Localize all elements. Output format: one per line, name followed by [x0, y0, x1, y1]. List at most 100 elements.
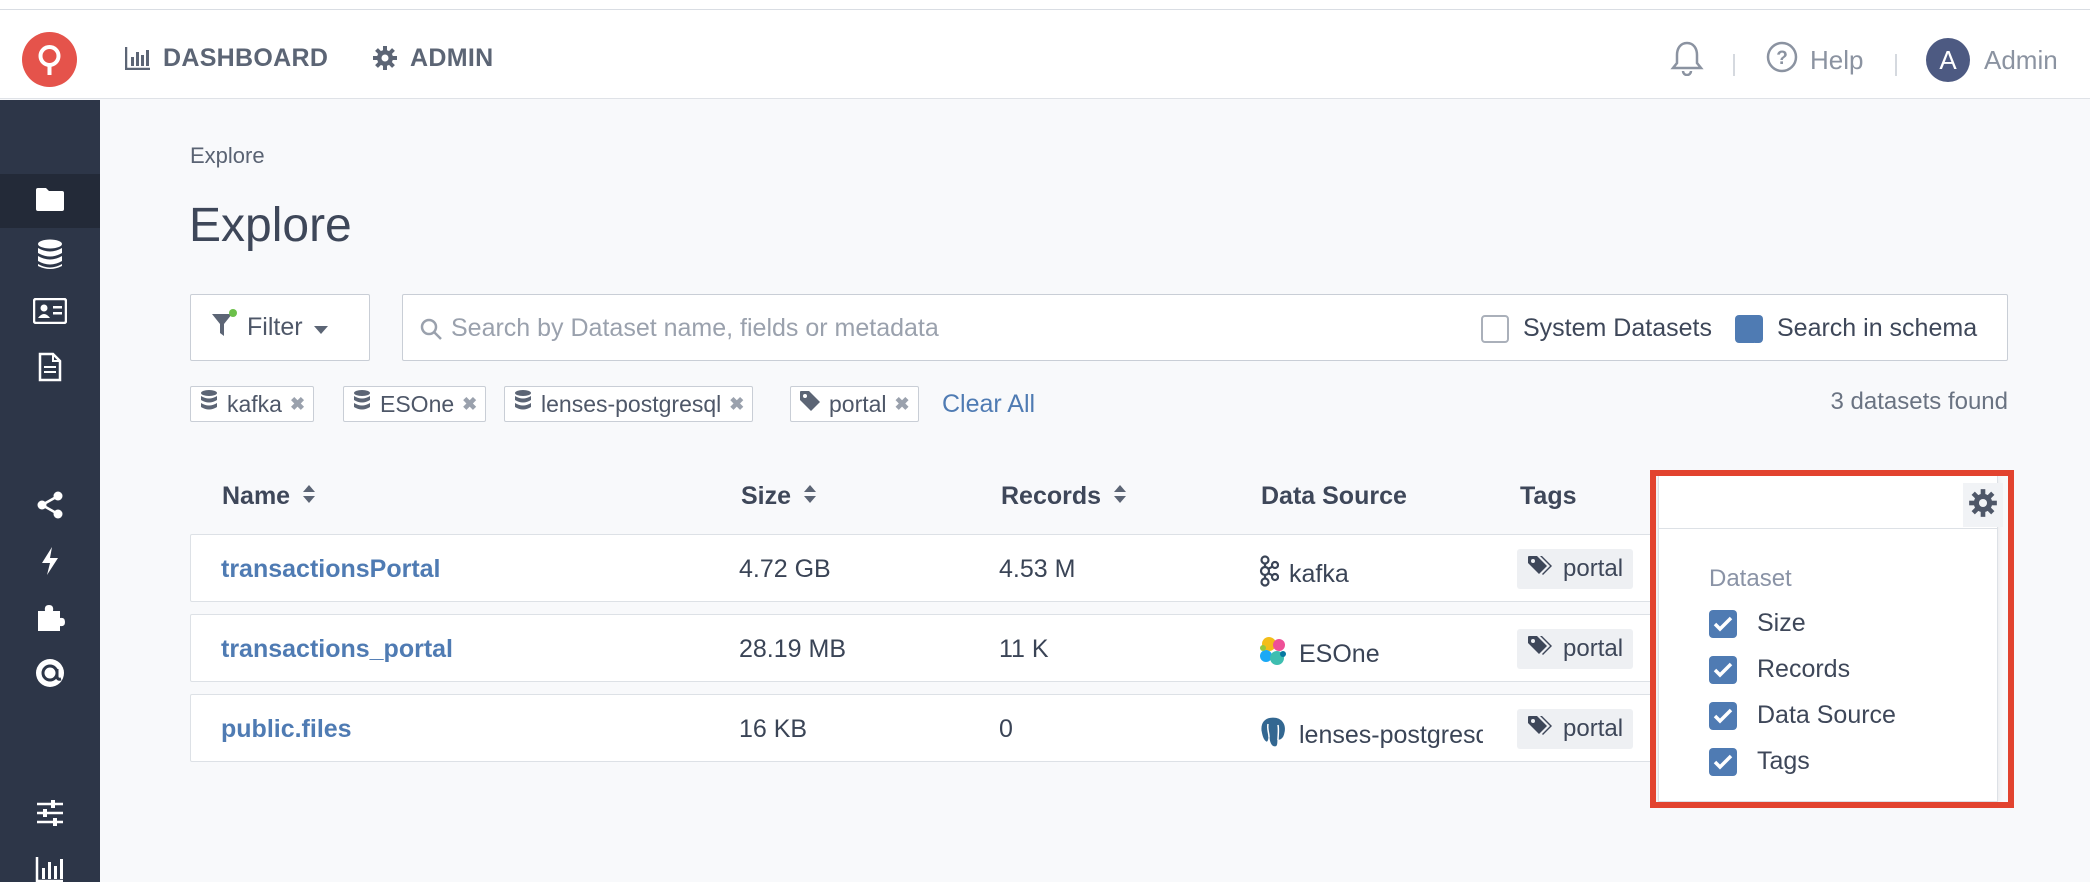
database-icon — [36, 239, 64, 276]
sidebar-item-alerts[interactable] — [0, 648, 100, 702]
column-header-size[interactable]: Size — [741, 482, 817, 511]
column-toggle-records[interactable]: Records — [1709, 655, 1850, 684]
sidebar-item-datasets[interactable] — [0, 230, 100, 284]
dataset-source-label: ESOne — [1299, 640, 1380, 668]
checkbox-checked[interactable] — [1709, 655, 1737, 684]
dataset-source: kafka — [1257, 555, 1483, 594]
column-toggle-tags[interactable]: Tags — [1709, 747, 1810, 776]
table-row[interactable]: transactions_portal 28.19 MB 11 K ESOne … — [190, 614, 1656, 682]
filter-button[interactable]: Filter — [190, 294, 370, 361]
app-logo[interactable] — [22, 32, 77, 87]
dataset-source-label: lenses-postgresql — [1299, 721, 1483, 749]
bolt-icon — [40, 546, 60, 581]
sidebar-item-processors[interactable] — [0, 536, 100, 590]
nav-dashboard-label: DASHBOARD — [163, 43, 329, 72]
dataset-name-link[interactable]: public.files — [221, 715, 352, 744]
chip-label: ESOne — [380, 390, 455, 417]
tag-badge[interactable]: portal — [1517, 549, 1634, 589]
page-title: Explore — [189, 199, 352, 252]
dataset-name-link[interactable]: transactionsPortal — [221, 555, 441, 584]
dataset-size: 16 KB — [739, 715, 808, 743]
checkbox-checked[interactable] — [1735, 314, 1771, 352]
column-header-name[interactable]: Name — [222, 482, 316, 511]
filter-chip-kafka[interactable]: kafka ✖ — [190, 386, 315, 422]
kafka-icon — [1257, 555, 1280, 594]
system-datasets-checkbox[interactable]: System Datasets — [1481, 314, 1712, 343]
nav-dashboard[interactable]: DASHBOARD — [125, 40, 328, 76]
user-name: Admin — [1984, 44, 2058, 75]
close-icon[interactable]: ✖ — [290, 394, 305, 415]
search-in-schema-checkbox[interactable]: Search in schema — [1735, 314, 1978, 352]
tag-label: portal — [1563, 635, 1624, 662]
sidebar — [0, 100, 100, 882]
dataset-records: 11 K — [999, 635, 1049, 663]
sidebar-item-schemas[interactable] — [0, 286, 100, 340]
help-label: Help — [1810, 44, 1864, 75]
column-header-label: Name — [222, 482, 291, 510]
tag-icon — [799, 390, 821, 418]
caret-down-icon — [313, 313, 329, 342]
bar-chart-icon — [35, 855, 65, 882]
sort-icon[interactable] — [302, 482, 316, 511]
search-in-schema-label: Search in schema — [1777, 314, 1978, 342]
tags-icon — [1527, 715, 1553, 744]
tag-badge[interactable]: portal — [1517, 709, 1634, 749]
elasticsearch-icon — [1257, 635, 1289, 674]
sidebar-item-connectors[interactable] — [0, 592, 100, 646]
chip-label: kafka — [227, 390, 282, 417]
table-row[interactable]: public.files 16 KB 0 lenses-postgresql p… — [190, 694, 1656, 762]
sidebar-item-monitoring[interactable] — [0, 844, 100, 882]
filter-chip-esone[interactable]: ESOne ✖ — [343, 386, 487, 422]
checkbox-checked[interactable] — [1709, 609, 1737, 638]
document-icon — [38, 352, 62, 387]
database-icon — [199, 389, 219, 419]
nav-admin-label: ADMIN — [410, 43, 494, 72]
filter-label: Filter — [247, 313, 303, 341]
dataset-name-link[interactable]: transactions_portal — [221, 635, 453, 664]
sidebar-item-topology[interactable] — [0, 480, 100, 534]
filter-chip-portal[interactable]: portal ✖ — [790, 386, 919, 422]
table-row[interactable]: transactionsPortal 4.72 GB 4.53 M kafka … — [190, 534, 1656, 602]
postgresql-icon — [1257, 715, 1289, 756]
help-link[interactable]: ? Help — [1766, 32, 1863, 88]
dataset-source-label: kafka — [1289, 560, 1349, 588]
avatar: A — [1926, 38, 1970, 82]
dataset-size: 28.19 MB — [739, 635, 847, 663]
tag-label: portal — [1563, 715, 1624, 742]
system-datasets-label: System Datasets — [1523, 314, 1712, 342]
column-header-tags: Tags — [1520, 482, 1577, 511]
sidebar-item-settings[interactable] — [0, 788, 100, 842]
dataset-size: 4.72 GB — [739, 555, 831, 583]
filter-chip-lenses-postgresql[interactable]: lenses-postgresql ✖ — [504, 386, 754, 422]
close-icon[interactable]: ✖ — [729, 394, 744, 415]
top-edge — [0, 0, 2090, 10]
dataset-records: 4.53 M — [999, 555, 1076, 583]
checkbox-checked[interactable] — [1709, 701, 1737, 730]
column-header-records[interactable]: Records — [1001, 482, 1127, 511]
checkbox-checked[interactable] — [1709, 747, 1737, 776]
close-icon[interactable]: ✖ — [462, 394, 477, 415]
gear-icon — [1968, 488, 1998, 523]
checkbox-unchecked[interactable] — [1481, 314, 1509, 343]
dataset-source: ESOne — [1257, 635, 1483, 674]
sidebar-item-documents[interactable] — [0, 342, 100, 396]
close-icon[interactable]: ✖ — [895, 394, 910, 415]
column-header-label: Size — [741, 482, 792, 510]
notifications-button[interactable] — [1670, 32, 1704, 88]
database-icon — [513, 389, 533, 419]
tag-badge[interactable]: portal — [1517, 629, 1634, 669]
search-input[interactable] — [451, 307, 1431, 349]
column-toggle-size[interactable]: Size — [1709, 609, 1806, 638]
sort-icon[interactable] — [803, 482, 817, 511]
column-toggle-data-source[interactable]: Data Source — [1709, 701, 1896, 730]
bell-icon — [1670, 40, 1704, 81]
user-menu[interactable]: A Admin — [1926, 32, 2058, 88]
tags-icon — [1527, 555, 1553, 584]
column-settings-button[interactable] — [1963, 483, 2003, 527]
nav-admin[interactable]: ADMIN — [372, 40, 493, 76]
clear-all-link[interactable]: Clear All — [942, 390, 1035, 419]
sidebar-item-explore[interactable] — [0, 174, 100, 228]
column-toggle-label: Size — [1757, 609, 1806, 637]
sort-icon[interactable] — [1113, 482, 1127, 511]
breadcrumb[interactable]: Explore — [190, 143, 265, 169]
